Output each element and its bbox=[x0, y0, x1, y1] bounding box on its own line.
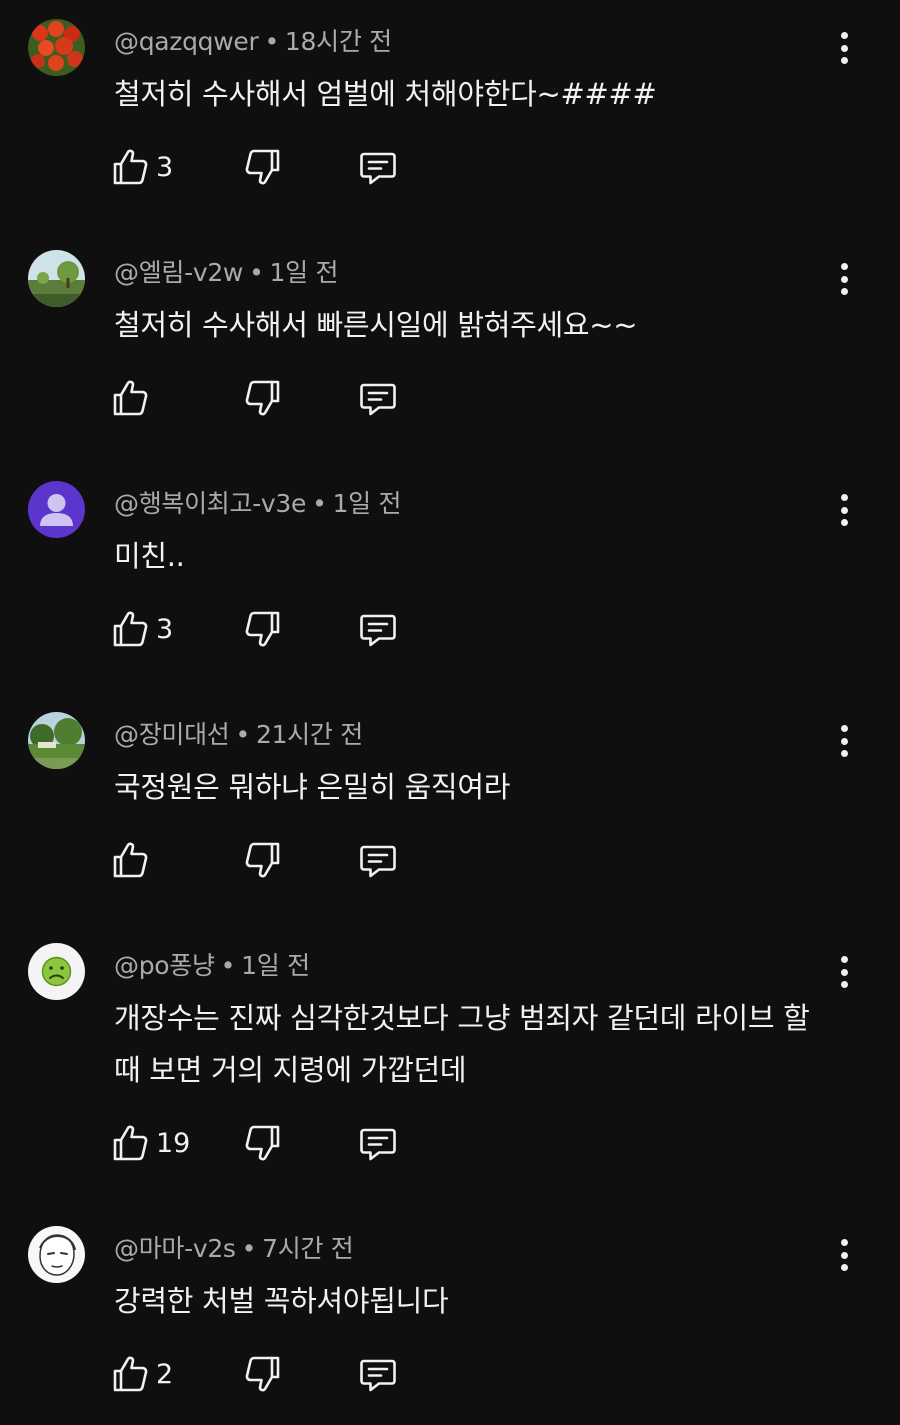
comment-actions: 2 bbox=[0, 1349, 900, 1399]
thumb-down-icon bbox=[243, 1354, 283, 1394]
like-button[interactable]: 19 bbox=[110, 1118, 190, 1168]
thumb-up-icon bbox=[110, 147, 150, 187]
reply-button[interactable] bbox=[358, 373, 398, 423]
reply-button[interactable] bbox=[358, 835, 398, 885]
author-handle[interactable]: @qazqqwer bbox=[114, 27, 259, 56]
reply-icon bbox=[358, 609, 398, 649]
author-handle[interactable]: @행복이최고-v3e bbox=[114, 489, 306, 518]
dislike-button[interactable] bbox=[243, 1349, 283, 1399]
separator: • bbox=[235, 720, 251, 749]
author-handle[interactable]: @엘림-v2w bbox=[114, 258, 243, 287]
reply-button[interactable] bbox=[358, 1118, 398, 1168]
comment-actions: 19 bbox=[0, 1118, 900, 1168]
sick-face-avatar-image bbox=[28, 943, 85, 1000]
separator: • bbox=[241, 1234, 257, 1263]
reply-icon bbox=[358, 378, 398, 418]
timestamp[interactable]: 1일 전 bbox=[241, 951, 310, 980]
comment-text: 철저히 수사해서 엄벌에 처해야한다~#### bbox=[114, 77, 657, 111]
reply-button[interactable] bbox=[358, 142, 398, 192]
like-count: 3 bbox=[156, 613, 174, 645]
thumb-down-icon bbox=[243, 609, 283, 649]
comment-actions: 3 bbox=[0, 604, 900, 654]
timestamp[interactable]: 1일 전 bbox=[270, 258, 339, 287]
tulips-avatar-image bbox=[28, 19, 85, 76]
timestamp[interactable]: 7시간 전 bbox=[262, 1234, 354, 1263]
separator: • bbox=[312, 489, 327, 518]
avatar[interactable] bbox=[28, 19, 85, 76]
garden-avatar-image bbox=[28, 712, 85, 769]
tree-park-avatar-image bbox=[28, 250, 85, 307]
comment-actions bbox=[0, 373, 900, 423]
comment-meta: @행복이최고-v3e • 1일 전 bbox=[114, 484, 402, 520]
reply-icon bbox=[358, 1123, 398, 1163]
separator: • bbox=[249, 258, 264, 287]
like-count: 19 bbox=[156, 1127, 191, 1159]
more-vert-icon[interactable] bbox=[830, 1237, 858, 1273]
like-button[interactable]: 3 bbox=[110, 142, 173, 192]
avatar[interactable] bbox=[28, 712, 85, 769]
more-vert-icon[interactable] bbox=[830, 723, 858, 759]
comment-meta: @po퐁냥 • 1일 전 bbox=[114, 946, 310, 982]
comment-text: 강력한 처벌 꼭하셔야됩니다 bbox=[114, 1284, 449, 1318]
avatar[interactable] bbox=[28, 250, 85, 307]
like-count: 3 bbox=[156, 151, 174, 183]
dislike-button[interactable] bbox=[243, 835, 283, 885]
thumb-up-icon bbox=[110, 609, 150, 649]
reply-icon bbox=[358, 1354, 398, 1394]
timestamp[interactable]: 21시간 전 bbox=[256, 720, 363, 749]
comment-actions: 3 bbox=[0, 142, 900, 192]
author-handle[interactable]: @po퐁냥 bbox=[114, 951, 215, 980]
dislike-button[interactable] bbox=[243, 604, 283, 654]
dislike-button[interactable] bbox=[243, 142, 283, 192]
comment-text: 개장수는 진짜 심각한것보다 그냥 범죄자 같던데 라이브 할때 보면 거의 지… bbox=[114, 1001, 810, 1087]
more-vert-icon[interactable] bbox=[830, 30, 858, 66]
thumb-up-icon bbox=[110, 840, 150, 880]
more-vert-icon[interactable] bbox=[830, 954, 858, 990]
thumb-up-icon bbox=[110, 1354, 150, 1394]
thumb-up-icon bbox=[110, 378, 150, 418]
timestamp[interactable]: 18시간 전 bbox=[285, 27, 392, 56]
reply-icon bbox=[358, 840, 398, 880]
more-vert-icon[interactable] bbox=[830, 261, 858, 297]
comment-meta: @장미대선 • 21시간 전 bbox=[114, 715, 363, 751]
reply-button[interactable] bbox=[358, 604, 398, 654]
reply-icon bbox=[358, 147, 398, 187]
sketch-face-avatar-image bbox=[28, 1226, 85, 1283]
separator: • bbox=[220, 951, 236, 980]
reply-button[interactable] bbox=[358, 1349, 398, 1399]
avatar[interactable] bbox=[28, 1226, 85, 1283]
default-person-avatar-image bbox=[28, 481, 85, 538]
comment-meta: @마마-v2s • 7시간 전 bbox=[114, 1229, 354, 1265]
comment-text: 미친.. bbox=[114, 539, 185, 573]
thumb-down-icon bbox=[243, 1123, 283, 1163]
like-button[interactable]: 3 bbox=[110, 604, 173, 654]
like-button[interactable] bbox=[110, 373, 156, 423]
comment-text: 국정원은 뭐하냐 은밀히 움직여라 bbox=[114, 770, 511, 804]
author-handle[interactable]: @마마-v2s bbox=[114, 1234, 236, 1263]
author-handle[interactable]: @장미대선 bbox=[114, 720, 230, 749]
separator: • bbox=[264, 27, 279, 56]
thumb-down-icon bbox=[243, 840, 283, 880]
avatar[interactable] bbox=[28, 943, 85, 1000]
timestamp[interactable]: 1일 전 bbox=[333, 489, 402, 518]
comment-actions bbox=[0, 835, 900, 885]
comment-text: 철저히 수사해서 빠른시일에 밝혀주세요~~ bbox=[114, 308, 638, 342]
like-button[interactable]: 2 bbox=[110, 1349, 173, 1399]
thumb-down-icon bbox=[243, 378, 283, 418]
like-button[interactable] bbox=[110, 835, 156, 885]
comment-meta: @qazqqwer • 18시간 전 bbox=[114, 22, 392, 58]
dislike-button[interactable] bbox=[243, 373, 283, 423]
avatar[interactable] bbox=[28, 481, 85, 538]
thumb-up-icon bbox=[110, 1123, 150, 1163]
dislike-button[interactable] bbox=[243, 1118, 283, 1168]
like-count: 2 bbox=[156, 1358, 174, 1390]
thumb-down-icon bbox=[243, 147, 283, 187]
comment-meta: @엘림-v2w • 1일 전 bbox=[114, 253, 338, 289]
more-vert-icon[interactable] bbox=[830, 492, 858, 528]
